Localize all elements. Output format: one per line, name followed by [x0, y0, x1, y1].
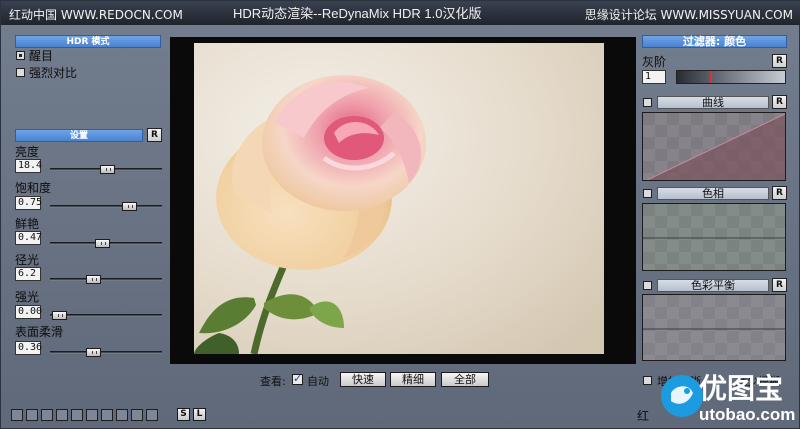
preset-slot[interactable] [131, 409, 143, 421]
grayscale-label: 灰阶 [642, 55, 667, 69]
grayscale-gradient[interactable] [676, 70, 786, 84]
title-bar: 红动中国 WWW.REDOCN.COM HDR动态渲染--ReDynaMix H… [1, 1, 800, 25]
surface-smooth-label: 表面柔滑 [15, 325, 64, 339]
preset-slot[interactable] [56, 409, 68, 421]
vividness-value[interactable]: 0.47 [15, 231, 42, 245]
bottom-right-text: 红 [637, 409, 650, 423]
auto-label: 自动 [307, 375, 329, 388]
save-preset-button[interactable]: S [177, 408, 190, 421]
hue-header: 色相 [657, 187, 769, 200]
preview-image [194, 43, 604, 354]
vividness-slider-thumb[interactable] [95, 239, 110, 248]
hue-graph[interactable] [642, 203, 786, 271]
preview-viewport[interactable] [170, 37, 636, 364]
radial-light-slider-thumb[interactable] [86, 275, 101, 284]
settings-header: 设置 [15, 129, 143, 142]
brightness-label: 亮度 [15, 145, 40, 159]
preset-slot[interactable] [86, 409, 98, 421]
preset-slot[interactable] [146, 409, 158, 421]
saturation-label: 饱和度 [15, 181, 52, 195]
curves-plot [646, 113, 785, 180]
brightness-value[interactable]: 18.4 [15, 159, 42, 173]
radial-light-value[interactable]: 6.2 [15, 267, 41, 281]
saturation-slider-thumb[interactable] [122, 202, 137, 211]
saturation-value[interactable]: 0.75 [15, 196, 42, 210]
curves-checkbox[interactable] [643, 98, 652, 107]
preset-slot[interactable] [11, 409, 23, 421]
hue-reset-button[interactable]: R [772, 186, 787, 200]
radial-light-slider-track[interactable] [50, 278, 162, 281]
title-right-text: 思缘设计论坛 WWW.MISSYUAN.COM [584, 8, 793, 22]
fast-button[interactable]: 快速 [340, 372, 386, 387]
title-left-text: 红动中国 WWW.REDOCN.COM [9, 8, 183, 22]
curves-graph[interactable] [642, 112, 786, 181]
color-balance-checkbox[interactable] [643, 281, 652, 290]
highlight-slider-thumb[interactable] [52, 311, 67, 320]
watermark: 优图宝 utobao.com [657, 367, 799, 427]
preset-slot[interactable] [71, 409, 83, 421]
color-balance-reset-button[interactable]: R [772, 278, 787, 292]
highlight-value[interactable]: 0.00 [15, 305, 42, 319]
filter-header: 过滤器: 颜色 [642, 35, 787, 48]
option-vivid-label: 醒目 [29, 49, 54, 63]
highlight-label: 强光 [15, 290, 40, 304]
view-label: 查看: [260, 375, 286, 388]
preset-slot[interactable] [116, 409, 128, 421]
rose-photo [194, 43, 604, 354]
grayscale-value[interactable]: 1 [642, 70, 666, 84]
load-preset-button[interactable]: L [193, 408, 206, 421]
brightness-slider-thumb[interactable] [100, 165, 115, 174]
color-balance-graph[interactable] [642, 294, 786, 361]
option-strong-contrast-checkbox[interactable] [16, 68, 25, 77]
hue-plot [643, 237, 785, 239]
window-title: HDR动态渲染--ReDynaMix HDR 1.0汉化版 [233, 6, 482, 21]
preset-slot[interactable] [41, 409, 53, 421]
radial-light-label: 径光 [15, 253, 40, 267]
auto-checkbox[interactable] [292, 372, 303, 385]
hue-checkbox[interactable] [643, 189, 652, 198]
fine-button[interactable]: 精细 [390, 372, 436, 387]
surface-smooth-value[interactable]: 0.36 [15, 341, 42, 355]
grayscale-reset-button[interactable]: R [772, 54, 787, 68]
curves-header: 曲线 [657, 96, 769, 109]
color-balance-header: 色彩平衡 [657, 279, 769, 292]
all-button[interactable]: 全部 [441, 372, 489, 387]
logo-url: utobao.com [699, 405, 796, 424]
vividness-label: 鲜艳 [15, 217, 40, 231]
curves-reset-button[interactable]: R [772, 95, 787, 109]
option-strong-contrast-label: 强烈对比 [29, 66, 78, 80]
surface-smooth-slider-track[interactable] [50, 351, 162, 354]
saturation-slider-track[interactable] [50, 205, 162, 208]
surface-smooth-slider-thumb[interactable] [86, 348, 101, 357]
increase-clarity-checkbox[interactable] [643, 376, 652, 385]
settings-reset-button[interactable]: R [147, 128, 162, 142]
color-balance-plot [643, 328, 785, 330]
preset-slot[interactable] [26, 409, 38, 421]
option-vivid-checkbox[interactable] [16, 51, 25, 60]
logo-text: 优图宝 [699, 373, 784, 404]
preset-slot[interactable] [101, 409, 113, 421]
app-window: 红动中国 WWW.REDOCN.COM HDR动态渲染--ReDynaMix H… [0, 0, 800, 429]
